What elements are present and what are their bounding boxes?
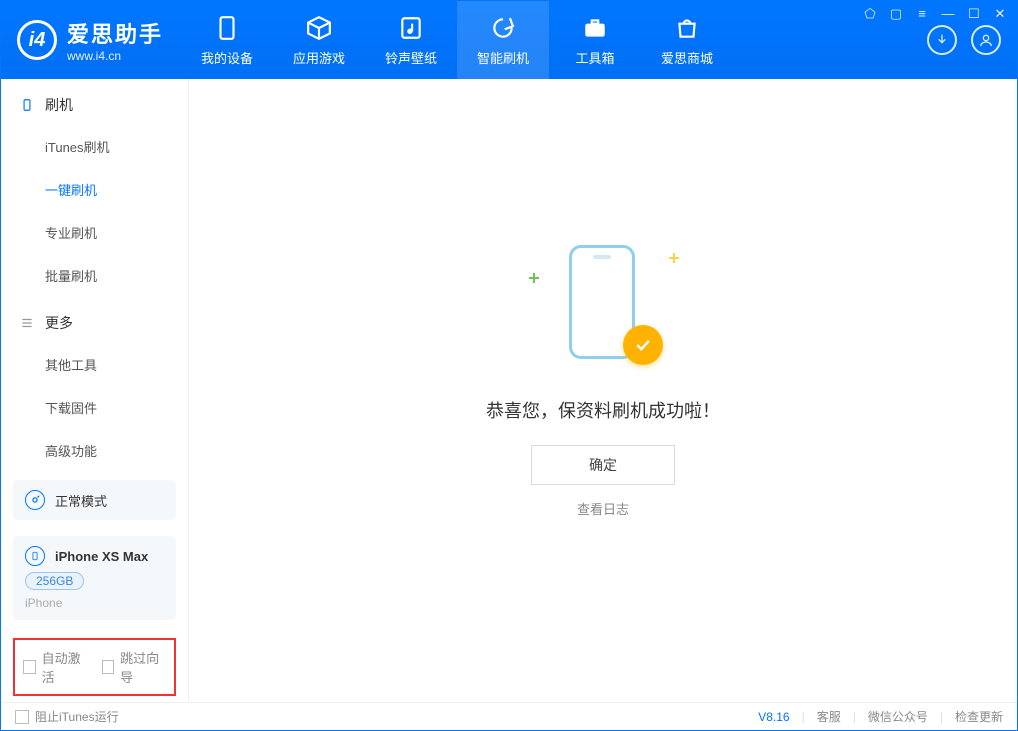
feedback-icon[interactable]: ⬠ — [862, 6, 878, 22]
footer-link-check-update[interactable]: 检查更新 — [955, 708, 1003, 725]
app-title: 爱思助手 — [67, 17, 163, 49]
success-illustration — [533, 233, 673, 373]
options-box: 自动激活 跳过向导 — [13, 638, 176, 696]
checkbox-icon — [102, 660, 115, 674]
tab-label: 工具箱 — [576, 48, 615, 67]
sparkle-icon — [669, 253, 679, 263]
device-name: iPhone XS Max — [55, 549, 148, 564]
sparkle-icon — [529, 273, 539, 283]
tab-ringtone[interactable]: 铃声壁纸 — [365, 1, 457, 79]
menu-icon[interactable]: ≡ — [914, 6, 930, 22]
sidebar-item-itunes-flash[interactable]: iTunes刷机 — [45, 125, 188, 168]
sync-icon — [489, 14, 517, 42]
sidebar-item-download-firmware[interactable]: 下载固件 — [45, 386, 188, 429]
checkbox-label: 阻止iTunes运行 — [35, 708, 119, 725]
view-log-link[interactable]: 查看日志 — [577, 499, 629, 518]
tab-flash[interactable]: 智能刷机 — [457, 1, 549, 79]
account-button[interactable] — [971, 25, 1001, 55]
section-title: 更多 — [45, 313, 73, 333]
footer-link-support[interactable]: 客服 — [817, 708, 841, 725]
download-button[interactable] — [927, 25, 957, 55]
tab-label: 应用游戏 — [293, 48, 345, 67]
bag-icon — [673, 14, 701, 42]
music-icon — [397, 14, 425, 42]
skin-icon[interactable]: ▢ — [888, 6, 904, 22]
checkbox-skip-guide[interactable]: 跳过向导 — [102, 648, 167, 686]
sidebar: 刷机 iTunes刷机 一键刷机 专业刷机 批量刷机 更多 其他工具 下载固件 … — [1, 79, 189, 702]
list-icon — [19, 315, 35, 331]
checkbox-label: 跳过向导 — [120, 648, 166, 686]
header-right — [927, 25, 1017, 55]
checkmark-badge-icon — [623, 325, 663, 365]
ok-button[interactable]: 确定 — [531, 445, 675, 485]
tab-apps[interactable]: 应用游戏 — [273, 1, 365, 79]
toolbox-icon — [581, 14, 609, 42]
close-button[interactable]: ✕ — [992, 6, 1008, 22]
device-icon — [25, 546, 45, 566]
sidebar-item-advanced[interactable]: 高级功能 — [45, 429, 188, 472]
version-label: V8.16 — [758, 710, 789, 724]
success-message: 恭喜您，保资料刷机成功啦！ — [486, 397, 720, 423]
separator: | — [802, 710, 805, 724]
tab-label: 我的设备 — [201, 48, 253, 67]
checkbox-icon — [23, 660, 36, 674]
separator: | — [940, 710, 943, 724]
sidebar-section-flash: 刷机 — [1, 79, 188, 125]
section-title: 刷机 — [45, 95, 73, 115]
sidebar-list-more: 其他工具 下载固件 高级功能 — [1, 343, 188, 472]
sidebar-section-more: 更多 — [1, 297, 188, 343]
sidebar-item-other-tools[interactable]: 其他工具 — [45, 343, 188, 386]
nav-tabs: 我的设备 应用游戏 铃声壁纸 智能刷机 工具箱 爱思商城 — [181, 1, 733, 79]
logo-text: 爱思助手 www.i4.cn — [67, 17, 163, 63]
minimize-button[interactable]: — — [940, 6, 956, 22]
separator: | — [853, 710, 856, 724]
checkbox-block-itunes[interactable]: 阻止iTunes运行 — [15, 708, 119, 725]
app-subtitle: www.i4.cn — [67, 49, 163, 63]
logo-icon: i4 — [17, 20, 57, 60]
window-controls: ⬠ ▢ ≡ — ☐ ✕ — [862, 6, 1008, 22]
tab-my-device[interactable]: 我的设备 — [181, 1, 273, 79]
checkbox-auto-activate[interactable]: 自动激活 — [23, 648, 88, 686]
device-storage: 256GB — [25, 572, 84, 590]
tab-label: 爱思商城 — [661, 48, 713, 67]
sidebar-item-oneclick-flash[interactable]: 一键刷机 — [45, 168, 188, 211]
sidebar-list-flash: iTunes刷机 一键刷机 专业刷机 批量刷机 — [1, 125, 188, 297]
logo[interactable]: i4 爱思助手 www.i4.cn — [1, 17, 181, 63]
sidebar-item-batch-flash[interactable]: 批量刷机 — [45, 254, 188, 297]
footer-link-wechat[interactable]: 微信公众号 — [868, 708, 928, 725]
device-type: iPhone — [25, 596, 62, 610]
footer: 阻止iTunes运行 V8.16 | 客服 | 微信公众号 | 检查更新 — [1, 702, 1017, 730]
phone-icon — [213, 14, 241, 42]
mode-label: 正常模式 — [55, 491, 107, 510]
checkbox-label: 自动激活 — [42, 648, 88, 686]
checkbox-icon — [15, 710, 29, 724]
cube-icon — [305, 14, 333, 42]
main-content: 恭喜您，保资料刷机成功啦！ 确定 查看日志 — [189, 79, 1017, 702]
sidebar-item-pro-flash[interactable]: 专业刷机 — [45, 211, 188, 254]
tab-store[interactable]: 爱思商城 — [641, 1, 733, 79]
device-outline-icon — [19, 97, 35, 113]
tab-label: 智能刷机 — [477, 48, 529, 67]
device-card[interactable]: iPhone XS Max 256GB iPhone — [13, 536, 176, 620]
mode-icon — [25, 490, 45, 510]
maximize-button[interactable]: ☐ — [966, 6, 982, 22]
mode-card[interactable]: 正常模式 — [13, 480, 176, 520]
tab-label: 铃声壁纸 — [385, 48, 437, 67]
tab-toolbox[interactable]: 工具箱 — [549, 1, 641, 79]
